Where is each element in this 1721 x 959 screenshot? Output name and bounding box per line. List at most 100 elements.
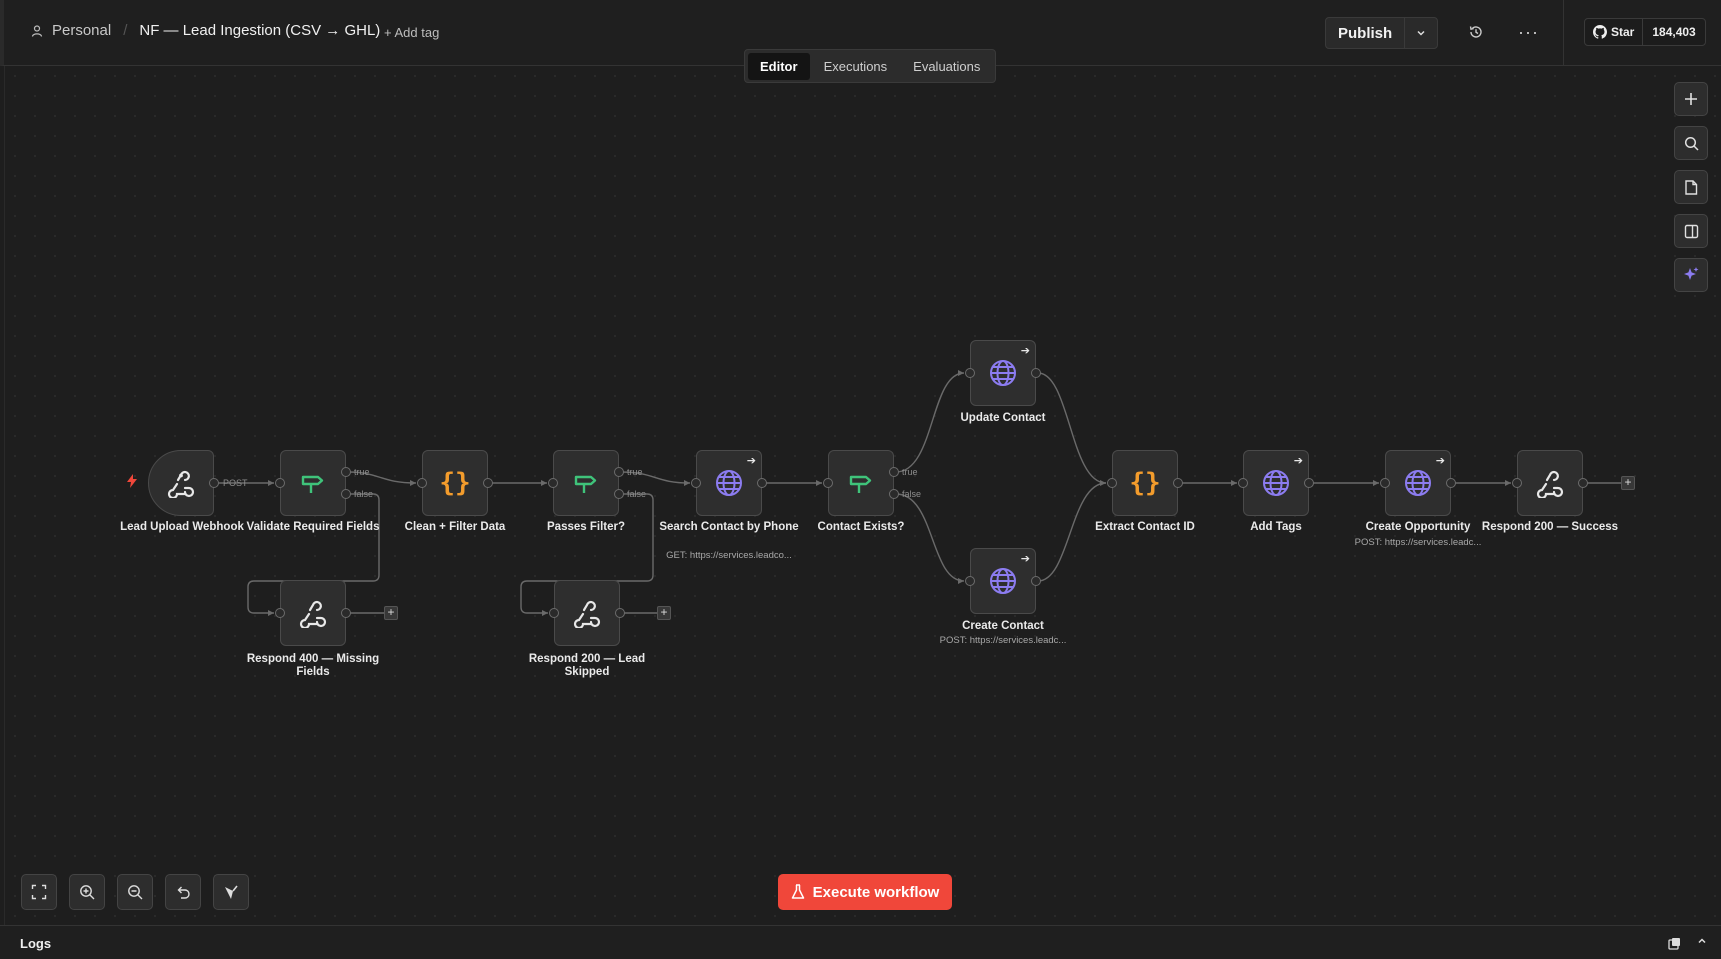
edge-label-true: true [627, 467, 643, 477]
tidy-up-button[interactable] [213, 874, 249, 910]
node-label: Clean + Filter Data [404, 521, 506, 533]
add-node-button[interactable]: + [384, 606, 398, 620]
input-port[interactable] [549, 608, 559, 618]
node-respond-400[interactable] [280, 580, 346, 646]
input-port[interactable] [417, 478, 427, 488]
node-add-tags[interactable]: ➔ [1243, 450, 1309, 516]
node-label: Create Opportunity [1365, 521, 1471, 533]
node-validate-required-fields[interactable] [280, 450, 346, 516]
node-label: Lead Upload Webhook [120, 521, 244, 533]
plus-icon [1685, 93, 1697, 105]
node-lead-upload-webhook[interactable] [148, 450, 214, 516]
tab-executions[interactable]: Executions [812, 53, 900, 80]
popout-icon[interactable] [1668, 937, 1681, 950]
publish-group: Publish [1325, 17, 1439, 49]
output-port[interactable] [757, 478, 767, 488]
if-icon [574, 475, 597, 493]
add-node-toolbar-button[interactable] [1674, 82, 1708, 116]
node-update-contact[interactable]: ➔ [970, 340, 1036, 406]
output-port[interactable] [1031, 576, 1041, 586]
zoom-to-fit-button[interactable] [21, 874, 57, 910]
output-port[interactable] [1446, 478, 1456, 488]
input-port[interactable] [1512, 478, 1522, 488]
broom-icon [225, 885, 238, 899]
input-port[interactable] [548, 478, 558, 488]
webhook-icon [299, 600, 327, 628]
webhook-icon [167, 470, 195, 498]
output-port-true[interactable] [889, 467, 899, 477]
node-create-opportunity[interactable]: ➔ [1385, 450, 1451, 516]
globe-icon [990, 568, 1016, 594]
sticky-note-button[interactable] [1674, 170, 1708, 204]
output-port-true[interactable] [614, 467, 624, 477]
node-subtitle: POST: https://services.leadc... [1354, 537, 1482, 548]
output-port[interactable] [1173, 478, 1183, 488]
output-port-true[interactable] [341, 467, 351, 477]
trigger-bolt-icon [127, 474, 137, 488]
input-port[interactable] [691, 478, 701, 488]
publish-dropdown-button[interactable] [1405, 18, 1437, 48]
node-search-contact-by-phone[interactable]: ➔ [696, 450, 762, 516]
input-port[interactable] [1380, 478, 1390, 488]
toggle-panel-button[interactable] [1674, 214, 1708, 248]
output-port[interactable] [1578, 478, 1588, 488]
github-star-count[interactable]: 184,403 [1643, 19, 1704, 45]
output-port[interactable] [483, 478, 493, 488]
output-port[interactable] [341, 608, 351, 618]
edge-label-true: true [902, 467, 918, 477]
output-port[interactable] [209, 478, 219, 488]
github-star-button[interactable]: Star [1585, 19, 1644, 45]
more-options-icon[interactable]: ··· [1518, 22, 1539, 43]
if-icon [301, 475, 324, 493]
tab-evaluations[interactable]: Evaluations [901, 53, 992, 80]
input-port[interactable] [275, 608, 285, 618]
output-port-false[interactable] [889, 489, 899, 499]
zoom-out-button[interactable] [117, 874, 153, 910]
node-subtitle: GET: https://services.leadco... [666, 550, 792, 561]
arrow-right-icon: ➔ [1435, 455, 1445, 467]
search-nodes-button[interactable] [1674, 126, 1708, 160]
output-port[interactable] [615, 608, 625, 618]
ai-assistant-button[interactable] [1674, 258, 1708, 292]
execute-workflow-button[interactable]: Execute workflow [778, 874, 952, 910]
node-clean-filter-data[interactable]: {} [422, 450, 488, 516]
tab-editor[interactable]: Editor [748, 52, 810, 80]
node-respond-200-success[interactable] [1517, 450, 1583, 516]
history-icon[interactable] [1468, 24, 1484, 40]
output-port[interactable] [1304, 478, 1314, 488]
input-port[interactable] [823, 478, 833, 488]
if-icon [849, 475, 872, 493]
node-create-contact[interactable]: ➔ [970, 548, 1036, 614]
publish-button[interactable]: Publish [1326, 18, 1406, 48]
logs-panel-bar[interactable]: Logs [0, 925, 1721, 959]
globe-icon [1263, 470, 1289, 496]
input-port[interactable] [1238, 478, 1248, 488]
input-port[interactable] [275, 478, 285, 488]
add-node-button[interactable]: + [1621, 476, 1635, 490]
header-divider [1563, 0, 1564, 66]
node-label: Add Tags [1250, 521, 1302, 533]
node-extract-contact-id[interactable]: {} [1112, 450, 1178, 516]
input-port[interactable] [965, 368, 975, 378]
undo-button[interactable] [165, 874, 201, 910]
chevron-up-icon[interactable] [1696, 935, 1708, 947]
output-port-false[interactable] [341, 489, 351, 499]
output-port[interactable] [1031, 368, 1041, 378]
output-port-false[interactable] [614, 489, 624, 499]
workflow-name[interactable]: NF — Lead Ingestion (CSV → GHL) [139, 22, 380, 39]
globe-icon [716, 470, 742, 496]
project-link[interactable]: Personal [52, 22, 111, 39]
undo-icon [177, 886, 190, 899]
node-passes-filter[interactable] [553, 450, 619, 516]
add-node-button[interactable]: + [657, 606, 671, 620]
node-respond-200-lead-skipped[interactable] [554, 580, 620, 646]
add-tag-button[interactable]: + Add tag [384, 25, 439, 40]
github-star-group[interactable]: Star 184,403 [1584, 18, 1706, 46]
edge-label-post: POST [223, 478, 248, 488]
input-port[interactable] [965, 576, 975, 586]
view-tabs: Editor Executions Evaluations [744, 49, 997, 83]
arrow-right-icon: ➔ [1293, 455, 1303, 467]
input-port[interactable] [1107, 478, 1117, 488]
zoom-in-button[interactable] [69, 874, 105, 910]
node-contact-exists[interactable] [828, 450, 894, 516]
